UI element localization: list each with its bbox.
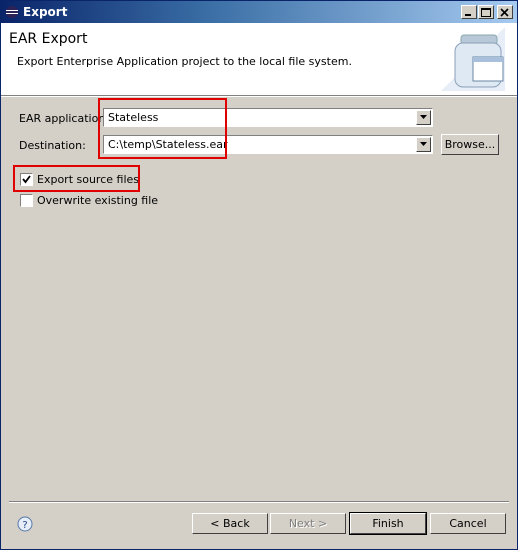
browse-button[interactable]: Browse...	[441, 134, 499, 155]
ear-application-label: EAR application:	[19, 112, 109, 125]
export-dialog: Export EAR Export Export Enterprise Appl…	[0, 0, 518, 550]
minimize-icon	[465, 14, 471, 16]
next-button-label: Next >	[288, 517, 328, 530]
ear-application-dropdown-button[interactable]	[416, 110, 431, 125]
highlight-box-export-source	[13, 165, 140, 192]
help-icon[interactable]: ?	[17, 516, 33, 532]
footer-separator	[9, 501, 509, 503]
next-button[interactable]: Next >	[270, 513, 346, 534]
overwrite-label[interactable]: Overwrite existing file	[37, 194, 158, 207]
export-jar-icon	[441, 27, 505, 91]
destination-dropdown-button[interactable]	[416, 137, 431, 152]
window-title: Export	[23, 5, 68, 19]
highlight-box-fields	[98, 98, 227, 159]
close-icon	[500, 8, 509, 17]
page-description: Export Enterprise Application project to…	[17, 55, 352, 68]
minimize-button[interactable]	[461, 5, 477, 19]
page-title: EAR Export	[9, 31, 88, 47]
chevron-down-icon	[420, 115, 427, 119]
browse-button-label: Browse...	[444, 138, 496, 151]
back-button[interactable]: < Back	[192, 513, 268, 534]
cancel-button[interactable]: Cancel	[430, 513, 506, 534]
close-button[interactable]	[497, 5, 513, 19]
destination-label: Destination:	[19, 139, 86, 152]
finish-button-label: Finish	[372, 517, 404, 530]
title-bar[interactable]: Export	[1, 1, 517, 23]
maximize-button[interactable]	[478, 5, 494, 19]
eclipse-icon	[6, 6, 18, 18]
finish-button[interactable]: Finish	[349, 512, 427, 535]
chevron-down-icon	[420, 142, 427, 146]
svg-text:?: ?	[22, 520, 27, 531]
wizard-header: EAR Export Export Enterprise Application…	[1, 23, 517, 96]
overwrite-checkbox[interactable]	[20, 194, 33, 207]
maximize-icon	[481, 8, 491, 17]
cancel-button-label: Cancel	[449, 517, 487, 530]
header-separator	[1, 96, 517, 97]
back-button-label: < Back	[210, 517, 250, 530]
